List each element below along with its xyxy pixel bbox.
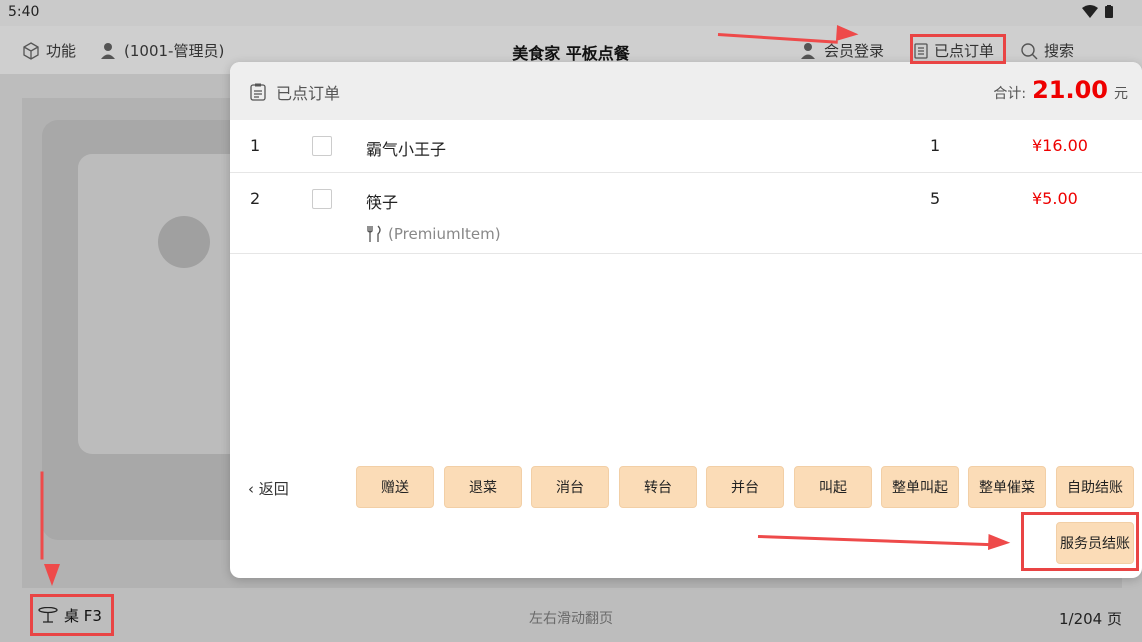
action-bar: ‹ 返回 赠送 退菜 消台 转台 并台 叫起 整单叫起 整单催菜 自助结账 [230,466,1142,510]
call-up-all-button[interactable]: 整单叫起 [881,466,959,508]
gift-button[interactable]: 赠送 [356,466,434,508]
function-label: 功能 [46,42,77,60]
ordered-label: 已点订单 [934,42,995,60]
dialog-header: 已点订单 合计: 21.00 元 [230,62,1142,120]
bottom-bar: 桌 F3 左右滑动翻页 1/204 页 [0,592,1142,642]
annotation-arrow [40,471,44,560]
wifi-icon [1082,5,1098,18]
self-checkout-button[interactable]: 自助结账 [1056,466,1134,508]
item-name: 霸气小王子 [366,140,447,159]
clock: 5:40 [8,4,40,20]
search-icon [1021,42,1038,59]
order-row[interactable]: 1 霸气小王子 1 ¥16.00 [230,120,1142,173]
member-icon [801,42,815,59]
status-bar: 5:40 [0,0,1142,26]
annotation-arrowhead [988,534,1011,551]
item-name: 筷子 [366,193,399,212]
search-button[interactable]: 搜索 [1020,40,1074,61]
total-label: 合计: [993,86,1027,102]
clear-table-button[interactable]: 消台 [531,466,609,508]
call-up-button[interactable]: 叫起 [794,466,872,508]
rush-all-button[interactable]: 整单催菜 [968,466,1046,508]
item-note-text: (PremiumItem) [388,225,501,243]
search-label: 搜索 [1044,42,1075,60]
total-amount: 21.00 [1032,76,1108,104]
item-price: ¥16.00 [1032,136,1088,155]
ordered-button[interactable]: 已点订单 [914,40,994,61]
item-qty: 5 [930,189,941,208]
waiter-checkout-button[interactable]: 服务员结账 [1056,522,1134,564]
swipe-hint: 左右滑动翻页 [529,611,613,627]
order-row[interactable]: 2 筷子 5 ¥5.00 (PremiumItem) [230,173,1142,254]
cutlery-icon [367,225,381,242]
item-index: 1 [250,136,261,155]
user-label: (1001-管理员) [124,42,225,60]
system-icons [1082,5,1114,19]
back-button[interactable]: ‹ 返回 [248,478,289,499]
dialog-title-text: 已点订单 [276,84,341,103]
battery-icon [1105,5,1113,18]
total-unit: 元 [1114,86,1128,102]
annotation-arrowhead [44,564,60,586]
item-checkbox[interactable] [312,189,332,209]
list-icon [914,42,928,59]
annotation-arrowhead [836,25,859,43]
return-dish-button[interactable]: 退菜 [444,466,522,508]
placeholder-sun [158,216,210,268]
total-summary: 合计: 21.00 元 [993,76,1128,104]
cube-icon [23,41,39,60]
dialog-title: 已点订单 [250,80,340,104]
user-icon [101,42,115,59]
user-info[interactable]: (1001-管理员) [100,40,224,61]
page-indicator: 1/204 页 [1059,610,1122,628]
item-index: 2 [250,189,261,208]
transfer-table-button[interactable]: 转台 [619,466,697,508]
item-qty: 1 [930,136,941,155]
item-price: ¥5.00 [1032,189,1078,208]
clipboard-icon [250,83,266,101]
function-menu[interactable]: 功能 [22,40,76,61]
ordered-dialog: 已点订单 合计: 21.00 元 1 霸气小王子 1 ¥16.00 2 筷子 5… [230,62,1142,578]
item-note: (PremiumItem) [366,225,501,243]
merge-table-button[interactable]: 并台 [706,466,784,508]
member-login-button[interactable]: 会员登录 [800,40,884,61]
back-label: 返回 [258,480,289,498]
item-checkbox[interactable] [312,136,332,156]
